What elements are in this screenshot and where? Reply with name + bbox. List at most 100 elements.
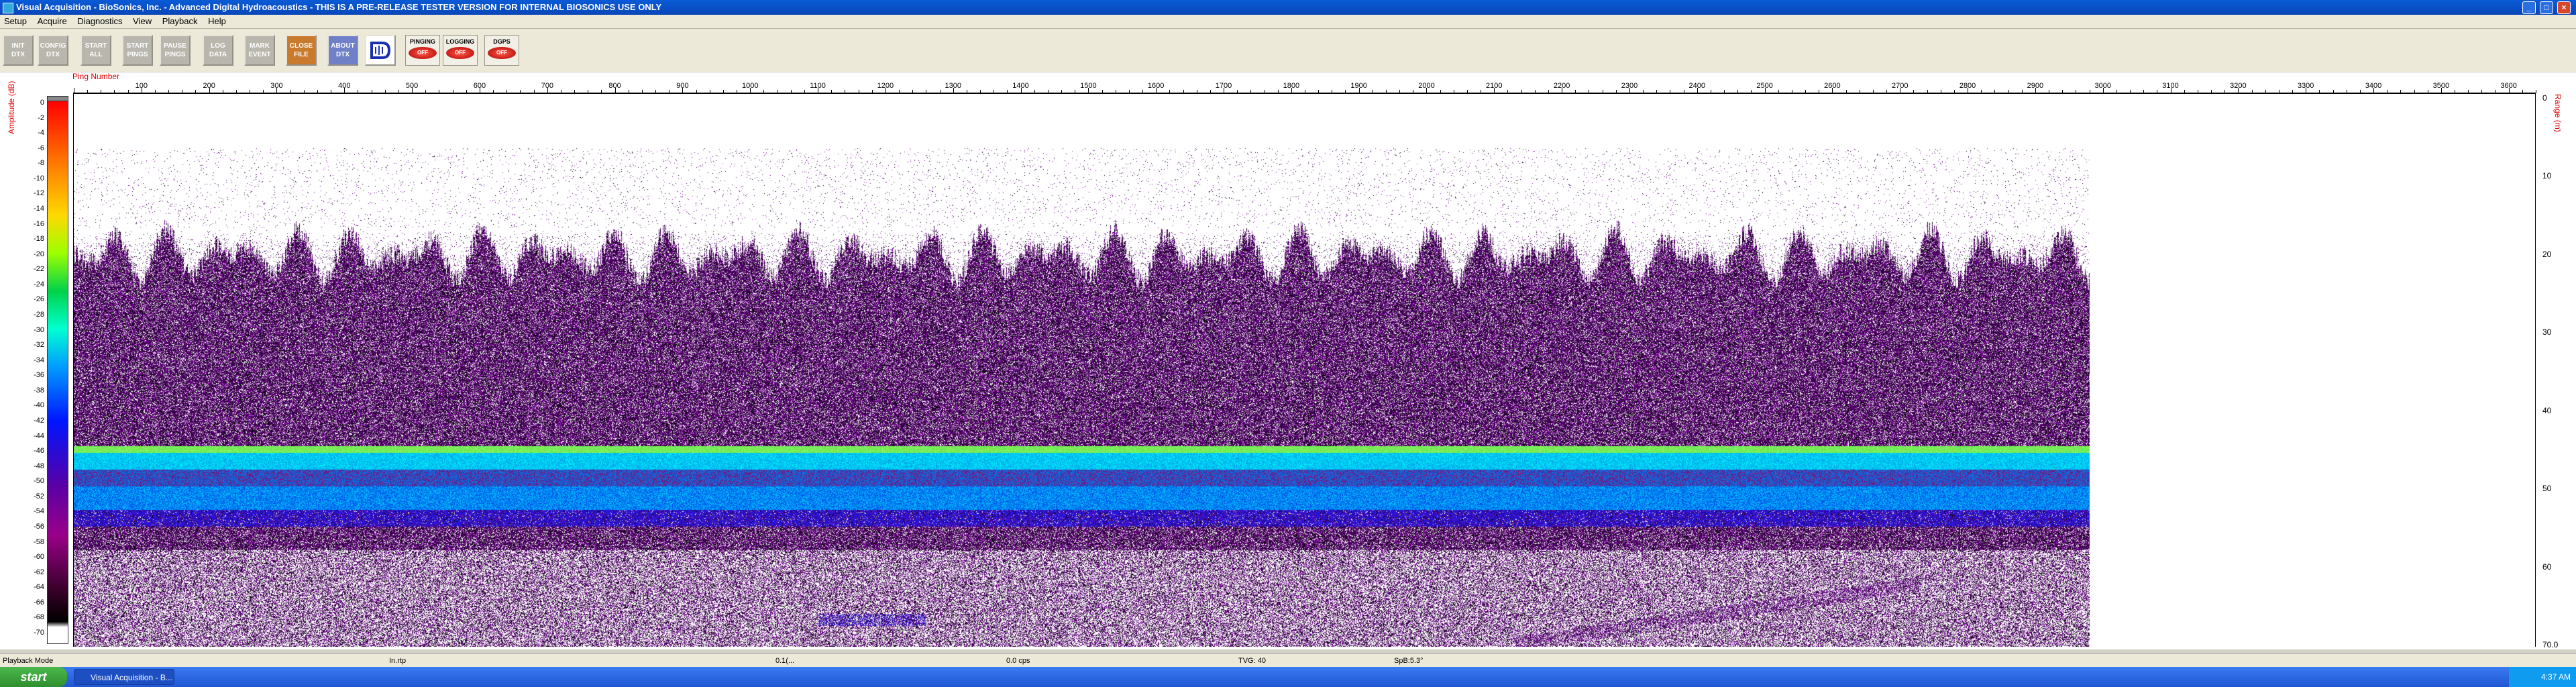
close-button[interactable]: × [2557,1,2571,14]
colorbar-tick-label: -8 [38,159,44,168]
logging-led-icon: OFF [446,47,474,59]
x-tick-mark [1832,88,1833,93]
x-tick-mark [466,90,467,93]
x-tick-mark [2265,90,2266,93]
start-pings-button[interactable]: START PINGS [122,35,153,66]
x-tick-mark [493,90,494,93]
x-tick-mark [1643,90,1644,93]
x-tick-mark [1751,90,1752,93]
menu-help[interactable]: Help [204,15,230,28]
start-button[interactable]: start [0,667,67,687]
menu-view[interactable]: View [129,15,156,28]
x-tick-mark [1656,90,1658,93]
colorbar-tick-label: -46 [34,447,44,456]
dgps-label: DGPS [493,38,511,45]
amplitude-colorbar[interactable] [47,101,68,644]
x-tick-mark [682,88,684,93]
x-tick-mark [425,90,427,93]
status-tvg: TVG: 40 [1238,657,1266,665]
x-tick-mark [1426,88,1428,93]
x-tick-mark [2143,90,2145,93]
x-tick-mark [1575,90,1576,93]
close-file-button[interactable]: CLOSE FILE [286,35,317,66]
colorbar-tick-label: -12 [34,189,44,198]
colorbar-tick-label: -28 [34,311,44,319]
x-tick-mark [1061,90,1063,93]
colorbar-tick-label: -4 [38,129,44,138]
x-tick-mark [750,88,751,93]
x-tick-mark [2468,90,2469,93]
x-tick-mark [384,90,386,93]
x-tick-mark [1629,88,1630,93]
colorbar-tick-label: -34 [34,356,44,364]
x-tick-mark [412,88,413,93]
x-tick-mark [2116,90,2117,93]
x-tick-mark [1399,90,1401,93]
x-tick-mark [1534,90,1536,93]
x-tick-mark [195,90,197,93]
x-tick-mark [1102,90,1103,93]
x-tick-mark [1845,90,1847,93]
x-tick-mark [1183,90,1184,93]
log-data-button[interactable]: LOG DATA [203,35,233,66]
pinging-label: PINGING [409,38,435,45]
about-dtx-button[interactable]: ABOUT DTX [327,35,358,66]
biosonics-logo-icon[interactable] [365,35,396,66]
x-tick-mark [2522,90,2523,93]
x-tick-mark [601,90,602,93]
mark-event-button[interactable]: MARK EVENT [244,35,275,66]
x-tick-mark [290,90,291,93]
menu-playback[interactable]: Playback [158,15,202,28]
x-tick-mark [2062,90,2063,93]
colorbar-tick-label: 0 [40,99,44,107]
x-tick-mark [2251,90,2253,93]
menu-acquire[interactable]: Acquire [34,15,71,28]
colorbar-label: Amplitude (dB) [7,81,16,134]
menu-diagnostics[interactable]: Diagnostics [73,15,126,28]
x-tick-mark [1886,90,1888,93]
x-tick-mark [2224,90,2226,93]
maximize-button[interactable]: □ [2540,1,2553,14]
x-tick-mark [2373,88,2375,93]
x-tick-mark [2130,90,2131,93]
menu-bar: Setup Acquire Diagnostics View Playback … [0,15,2576,29]
init-dtx-button[interactable]: INIT DTX [3,35,34,66]
colorbar-tick-label: -52 [34,492,44,500]
x-tick-mark [276,88,278,93]
config-dtx-button[interactable]: CONFIG DTX [38,35,68,66]
x-tick-mark [1724,90,1725,93]
x-tick-mark [1615,90,1617,93]
status-file: In.rtp [389,657,407,665]
x-tick-mark [1034,90,1035,93]
x-tick-mark [1277,90,1279,93]
title-bar: Visual Acquisition - BioSonics, Inc. - A… [0,0,2576,15]
pause-pings-button[interactable]: PAUSE PINGS [160,35,191,66]
x-tick-mark [777,90,778,93]
menu-setup[interactable]: Setup [0,15,31,28]
x-tick-mark [114,90,115,93]
start-all-button[interactable]: START ALL [80,35,111,66]
x-tick-mark [2332,90,2334,93]
depth-axis-label: Range (m) [2553,94,2563,132]
biosonics-logo-svg [370,42,391,59]
x-tick-mark [1318,90,1320,93]
x-tick-mark [1440,90,1441,93]
minimize-button[interactable]: _ [2522,1,2536,14]
plot-border [73,94,2536,647]
x-tick-mark [1778,90,1779,93]
x-tick-mark [2359,90,2361,93]
x-tick-mark [1358,88,1360,93]
toolbar: INIT DTX CONFIG DTX START ALL START PING… [0,29,2576,72]
x-tick-mark [1494,88,1495,93]
colorbar-tick-label: -60 [34,553,44,562]
colorbar-tick-label: -66 [34,598,44,606]
x-tick-mark [1913,90,1915,93]
depth-tick-label: 60 [2542,562,2552,572]
taskbar-item-visual-acquisition[interactable]: Visual Acquisition - B... [74,669,174,685]
colorbar-tick-label: -70 [34,629,44,637]
colorbar-tick-label: -24 [34,280,44,288]
depth-tick-label: 50 [2542,484,2552,494]
x-tick-mark [1697,88,1698,93]
x-tick-mark [520,90,521,93]
x-tick-mark [1128,90,1130,93]
